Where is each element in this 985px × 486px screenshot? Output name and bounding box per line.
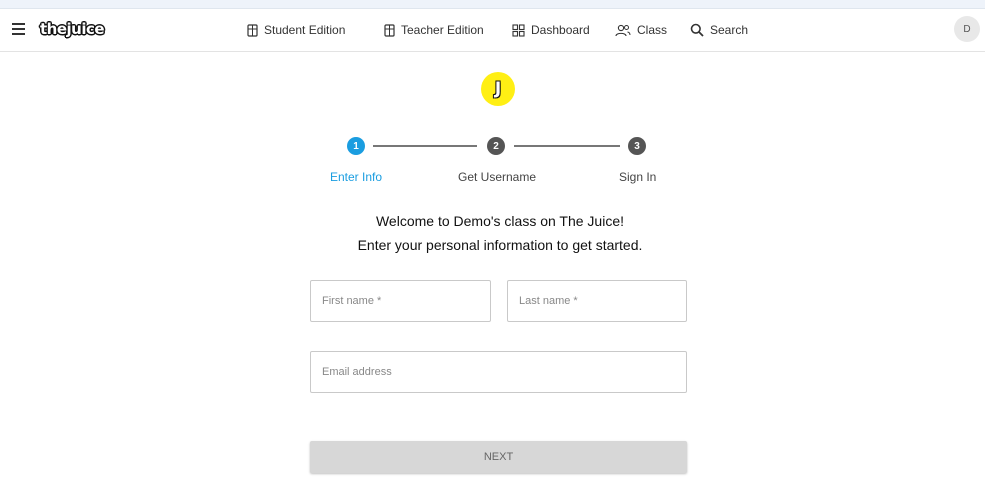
nav-search[interactable]: Search: [690, 9, 748, 51]
welcome-subheading: Enter your personal information to get s…: [357, 237, 643, 253]
step-1-indicator: 1: [347, 137, 365, 155]
step-3-label: Sign In: [619, 170, 657, 184]
welcome-heading: Welcome to Demo's class on The Juice!: [375, 213, 625, 229]
nav-student-edition[interactable]: Student Edition: [247, 9, 345, 51]
step-connector: [373, 145, 477, 147]
next-button[interactable]: NEXT: [310, 441, 687, 473]
search-icon: [690, 23, 704, 37]
last-name-field[interactable]: [507, 280, 687, 322]
grid-icon: [512, 23, 525, 37]
the-juice-logo[interactable]: thejuice: [40, 18, 105, 40]
nav-teacher-edition[interactable]: Teacher Edition: [384, 9, 484, 51]
book-icon: [247, 23, 258, 37]
nav-label: Student Edition: [264, 23, 346, 37]
users-icon: [615, 24, 631, 36]
app-window: thejuice Student Edition Teacher Edition: [0, 8, 985, 486]
book-icon: [384, 23, 395, 37]
user-avatar[interactable]: D: [954, 16, 980, 42]
email-field[interactable]: [310, 351, 687, 393]
nav-label: Search: [710, 23, 749, 37]
hamburger-menu-icon[interactable]: [12, 23, 25, 35]
nav-label: Class: [637, 23, 668, 37]
nav-dashboard[interactable]: Dashboard: [512, 9, 590, 51]
step-2-label: Get Username: [458, 170, 537, 184]
nav-label: Teacher Edition: [401, 23, 484, 37]
nav-class[interactable]: Class: [615, 9, 667, 51]
step-connector: [514, 145, 620, 147]
step-3-indicator: 3: [628, 137, 646, 155]
juice-brand-badge: J: [481, 72, 515, 106]
step-1-label: Enter Info: [330, 170, 383, 184]
top-navigation-bar: thejuice Student Edition Teacher Edition: [0, 9, 985, 52]
nav-label: Dashboard: [531, 23, 590, 37]
first-name-field[interactable]: [310, 280, 491, 322]
step-2-indicator: 2: [487, 137, 505, 155]
